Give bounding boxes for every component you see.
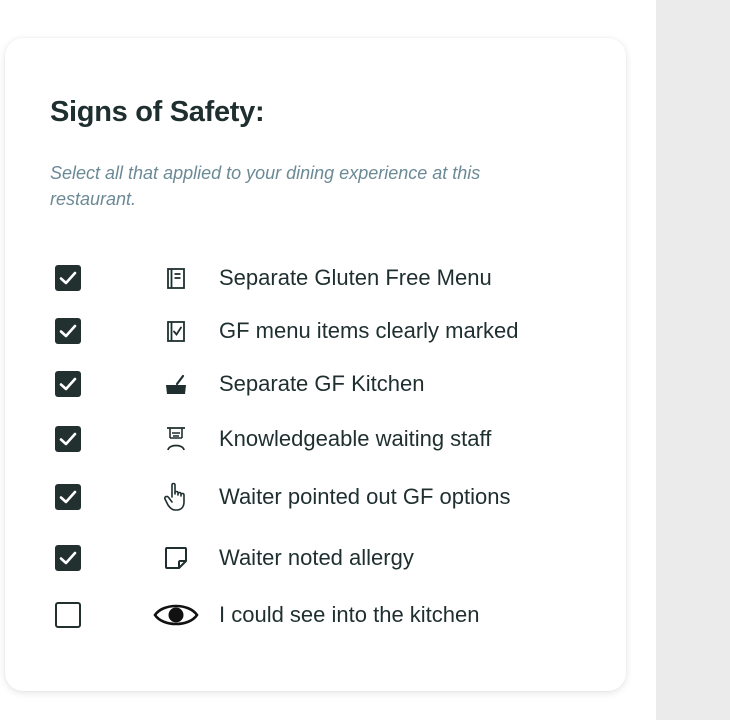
option-waiter-pointed-out[interactable]: Waiter pointed out GF options	[5, 481, 605, 513]
checklist-icon	[153, 315, 199, 347]
option-knowledgeable-staff[interactable]: Knowledgeable waiting staff	[5, 423, 605, 455]
option-label: Knowledgeable waiting staff	[219, 426, 492, 451]
side-panel	[656, 0, 730, 720]
checkmark-icon	[59, 271, 77, 285]
section-subtitle: Select all that applied to your dining e…	[50, 163, 481, 209]
eye-icon	[153, 599, 199, 631]
pointing-hand-icon	[153, 481, 199, 513]
checkmark-icon	[59, 324, 77, 338]
checkbox[interactable]	[55, 545, 81, 571]
signs-of-safety-card: Signs of Safety: Select all that applied…	[5, 38, 626, 691]
option-waiter-noted-allergy[interactable]: Waiter noted allergy	[5, 542, 605, 574]
waiter-icon	[153, 423, 199, 455]
checkbox[interactable]	[55, 318, 81, 344]
checkbox[interactable]	[55, 426, 81, 452]
checkbox[interactable]	[55, 484, 81, 510]
checkmark-icon	[59, 551, 77, 565]
option-label: GF menu items clearly marked	[219, 318, 519, 343]
option-label: Separate Gluten Free Menu	[219, 265, 492, 290]
option-gf-items-marked[interactable]: GF menu items clearly marked	[5, 315, 605, 347]
option-label: Waiter pointed out GF options	[219, 484, 511, 509]
checkbox[interactable]	[55, 602, 81, 628]
menu-icon	[153, 262, 199, 294]
checkmark-icon	[59, 490, 77, 504]
section-title: Signs of Safety:	[50, 96, 265, 128]
checkmark-icon	[59, 432, 77, 446]
note-icon	[153, 542, 199, 574]
option-see-into-kitchen[interactable]: I could see into the kitchen	[5, 599, 605, 631]
option-label: Waiter noted allergy	[219, 545, 414, 570]
checkbox[interactable]	[55, 371, 81, 397]
checkmark-icon	[59, 377, 77, 391]
option-separate-gf-kitchen[interactable]: Separate GF Kitchen	[5, 368, 605, 400]
cooking-pot-icon	[153, 368, 199, 400]
checkbox[interactable]	[55, 265, 81, 291]
option-separate-gf-menu[interactable]: Separate Gluten Free Menu	[5, 262, 605, 294]
option-label: Separate GF Kitchen	[219, 371, 425, 396]
option-label: I could see into the kitchen	[219, 602, 480, 627]
